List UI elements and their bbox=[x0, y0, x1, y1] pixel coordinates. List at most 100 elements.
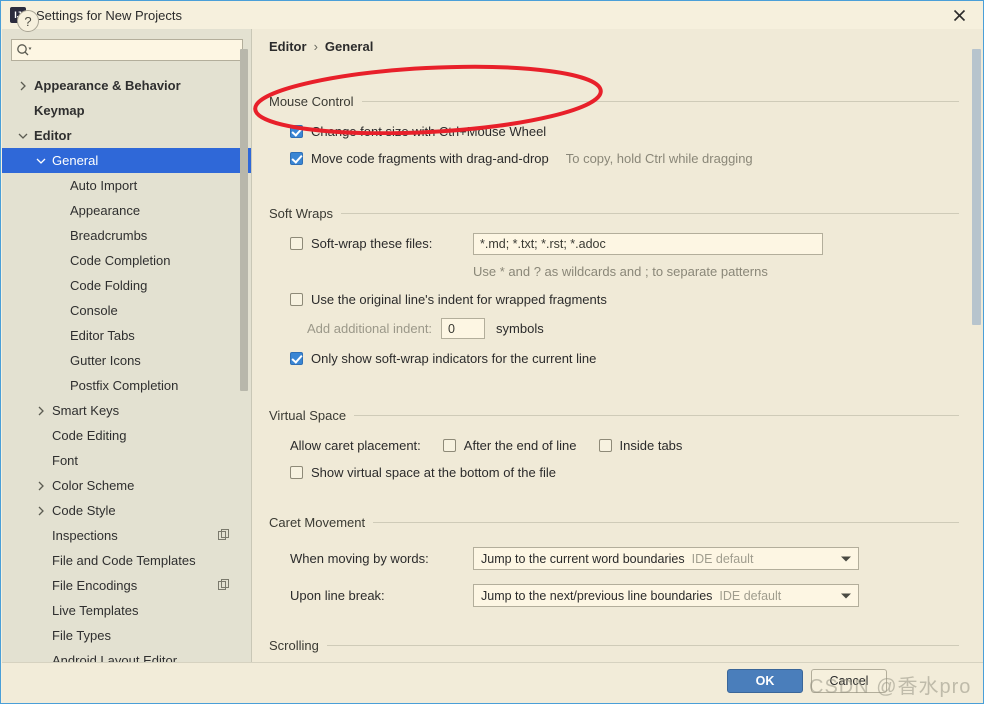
soft-wrap-files-row[interactable]: Soft-wrap these files: bbox=[290, 232, 959, 255]
sidebar-item-label: Android Layout Editor bbox=[52, 653, 178, 662]
upon-line-break-combobox[interactable]: Jump to the next/previous line boundarie… bbox=[473, 584, 859, 607]
sidebar-item-editor[interactable]: Editor bbox=[2, 123, 252, 148]
sidebar-item-label: Code Editing bbox=[52, 428, 127, 443]
sidebar-item-live-templates[interactable]: Live Templates bbox=[2, 598, 252, 623]
when-moving-by-words-row: When moving by words: Jump to the curren… bbox=[290, 547, 959, 570]
chevron-down-icon[interactable] bbox=[16, 129, 30, 143]
sidebar-item-appearance-behavior[interactable]: Appearance & Behavior bbox=[2, 73, 252, 98]
group-header-soft-wraps: Soft Wraps bbox=[269, 205, 959, 221]
sidebar-item-label: Auto Import bbox=[70, 178, 138, 193]
sidebar-item-font[interactable]: Font bbox=[2, 448, 252, 473]
sidebar-item-label: Breadcrumbs bbox=[70, 228, 148, 243]
sidebar-item-label: Code Folding bbox=[70, 278, 148, 293]
sidebar-item-android-layout-editor[interactable]: Android Layout Editor bbox=[2, 648, 252, 662]
soft-wrap-files-input[interactable] bbox=[473, 232, 823, 255]
group-rule bbox=[361, 100, 959, 102]
sidebar-item-code-completion[interactable]: Code Completion bbox=[2, 248, 252, 273]
move-code-fragments-label: Move code fragments with drag-and-drop bbox=[311, 151, 549, 166]
search-input[interactable] bbox=[11, 39, 243, 61]
sidebar-item-label: Color Scheme bbox=[52, 478, 135, 493]
group-rule bbox=[373, 521, 959, 523]
show-virtual-space-label: Show virtual space at the bottom of the … bbox=[311, 465, 556, 480]
settings-sidebar: Appearance & Behavior Keymap Editor General… bbox=[2, 29, 252, 662]
sidebar-item-label: Postfix Completion bbox=[70, 378, 179, 393]
settings-tree: Appearance & Behavior Keymap Editor General… bbox=[2, 73, 252, 662]
ok-button[interactable]: OK bbox=[727, 669, 803, 693]
after-end-of-line-checkbox[interactable] bbox=[442, 439, 456, 452]
show-virtual-space-row[interactable]: Show virtual space at the bottom of the … bbox=[290, 465, 959, 480]
when-moving-by-words-value: Jump to the current word boundaries bbox=[481, 551, 685, 566]
group-rule bbox=[326, 644, 959, 646]
only-show-indicators-checkbox[interactable] bbox=[290, 352, 303, 365]
wildcard-hint: Use * and ? as wildcards and ; to separa… bbox=[473, 264, 768, 279]
chevron-right-icon[interactable] bbox=[16, 79, 30, 93]
sidebar-item-code-style[interactable]: Code Style bbox=[2, 498, 252, 523]
settings-dialog: Settings for New Projects Appearance & B… bbox=[0, 0, 984, 704]
group-header-mouse-control: Mouse Control bbox=[269, 93, 959, 109]
close-icon[interactable] bbox=[939, 3, 979, 27]
sidebar-item-postfix-completion[interactable]: Postfix Completion bbox=[2, 373, 252, 398]
sidebar-item-label: Editor Tabs bbox=[70, 328, 135, 343]
sidebar-item-file-types[interactable]: File Types bbox=[2, 623, 252, 648]
soft-wrap-files-checkbox[interactable] bbox=[290, 237, 303, 250]
group-header-virtual-space: Virtual Space bbox=[269, 407, 959, 423]
sidebar-item-general[interactable]: General bbox=[2, 148, 252, 173]
sidebar-item-smart-keys[interactable]: Smart Keys bbox=[2, 398, 252, 423]
window-title: Settings for New Projects bbox=[36, 7, 182, 23]
group-title-scrolling: Scrolling bbox=[269, 637, 319, 653]
content-scrollbar-thumb[interactable] bbox=[972, 49, 981, 325]
move-code-fragments-checkbox-row[interactable]: Move code fragments with drag-and-drop T… bbox=[290, 151, 959, 166]
change-font-size-label: Change font size with Ctrl+Mouse Wheel bbox=[311, 124, 547, 139]
additional-indent-units: symbols bbox=[496, 321, 544, 336]
additional-indent-input[interactable] bbox=[441, 318, 486, 339]
chevron-right-icon[interactable] bbox=[34, 404, 48, 418]
additional-indent-row[interactable]: Add additional indent: symbols bbox=[307, 318, 959, 339]
change-font-size-checkbox[interactable] bbox=[290, 125, 303, 138]
sidebar-item-appearance[interactable]: Appearance bbox=[2, 198, 252, 223]
soft-wrap-files-label: Soft-wrap these files: bbox=[311, 236, 433, 251]
help-button[interactable]: ? bbox=[17, 10, 39, 32]
inside-tabs-checkbox[interactable] bbox=[598, 439, 612, 452]
upon-line-break-value: Jump to the next/previous line boundarie… bbox=[481, 588, 713, 603]
when-moving-by-words-combobox[interactable]: Jump to the current word boundaries IDE … bbox=[473, 547, 859, 570]
when-moving-by-words-suffix: IDE default bbox=[691, 551, 754, 566]
sidebar-item-label: Gutter Icons bbox=[70, 353, 141, 368]
chevron-down-icon[interactable] bbox=[34, 154, 48, 168]
upon-line-break-suffix: IDE default bbox=[719, 588, 782, 603]
sidebar-item-file-and-code-templates[interactable]: File and Code Templates bbox=[2, 548, 252, 573]
sidebar-item-editor-tabs[interactable]: Editor Tabs bbox=[2, 323, 252, 348]
sidebar-item-label: Code Style bbox=[52, 503, 116, 518]
show-virtual-space-checkbox[interactable] bbox=[290, 466, 303, 479]
sidebar-scrollbar-thumb[interactable] bbox=[240, 49, 248, 391]
sidebar-item-file-encodings[interactable]: File Encodings bbox=[2, 573, 252, 598]
only-show-indicators-label: Only show soft-wrap indicators for the c… bbox=[311, 351, 597, 366]
title-bar: Settings for New Projects bbox=[1, 1, 983, 29]
content-scrollbar[interactable] bbox=[972, 49, 981, 649]
chevron-down-icon bbox=[841, 593, 851, 598]
sidebar-item-label: Font bbox=[52, 453, 79, 468]
sidebar-item-console[interactable]: Console bbox=[2, 298, 252, 323]
move-code-fragments-checkbox[interactable] bbox=[290, 152, 303, 165]
group-rule bbox=[341, 212, 959, 214]
when-moving-by-words-label: When moving by words: bbox=[290, 551, 429, 566]
chevron-right-icon[interactable] bbox=[34, 479, 48, 493]
sidebar-item-auto-import[interactable]: Auto Import bbox=[2, 173, 252, 198]
sidebar-item-code-folding[interactable]: Code Folding bbox=[2, 273, 252, 298]
sidebar-item-gutter-icons[interactable]: Gutter Icons bbox=[2, 348, 252, 373]
sidebar-item-inspections[interactable]: Inspections bbox=[2, 523, 252, 548]
sidebar-item-keymap[interactable]: Keymap bbox=[2, 98, 252, 123]
copy-icon bbox=[218, 529, 230, 541]
only-show-indicators-row[interactable]: Only show soft-wrap indicators for the c… bbox=[290, 351, 959, 366]
cancel-button[interactable]: Cancel bbox=[811, 669, 887, 693]
settings-content: Mouse Control Change font size with Ctrl… bbox=[252, 59, 967, 662]
original-indent-checkbox[interactable] bbox=[290, 293, 303, 306]
sidebar-item-color-scheme[interactable]: Color Scheme bbox=[2, 473, 252, 498]
sidebar-item-breadcrumbs[interactable]: Breadcrumbs bbox=[2, 223, 252, 248]
sidebar-item-code-editing[interactable]: Code Editing bbox=[2, 423, 252, 448]
sidebar-item-label: Live Templates bbox=[52, 603, 139, 618]
chevron-right-icon[interactable] bbox=[34, 504, 48, 518]
original-indent-row[interactable]: Use the original line's indent for wrapp… bbox=[290, 292, 959, 307]
change-font-size-checkbox-row[interactable]: Change font size with Ctrl+Mouse Wheel bbox=[290, 124, 959, 139]
group-header-caret-movement: Caret Movement bbox=[269, 514, 959, 530]
sidebar-scrollbar[interactable] bbox=[240, 29, 248, 618]
